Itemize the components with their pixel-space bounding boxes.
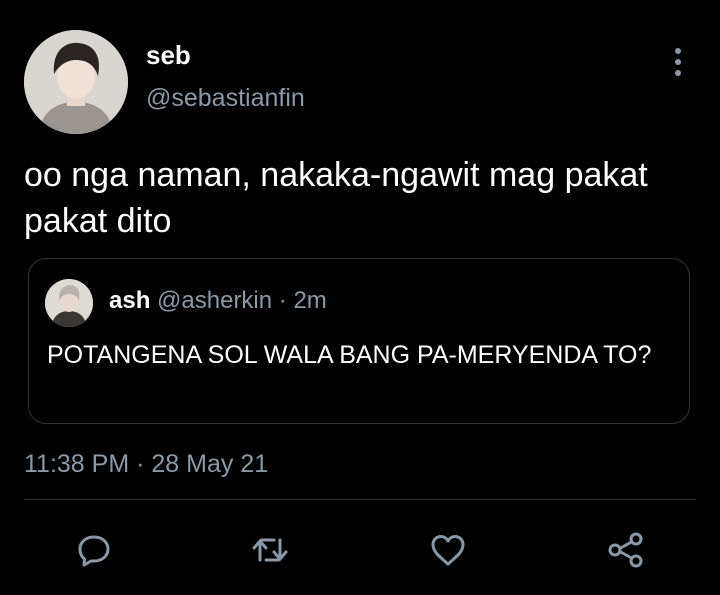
quoted-separator: · (278, 287, 287, 314)
quoted-text: POTANGENA SOL WALA BANG PA-MERYENDA TO? (47, 341, 652, 369)
author-handle[interactable]: @sebastianfin (146, 84, 305, 113)
quoted-author-name: ash (109, 287, 151, 314)
tweet-text: oo nga naman, nakaka-ngawit mag pakat pa… (24, 156, 648, 240)
quoted-author-avatar (45, 279, 93, 327)
retweet-icon[interactable] (250, 530, 290, 570)
quoted-age: 2m (293, 287, 327, 314)
author-name[interactable]: seb (146, 40, 191, 71)
heart-icon[interactable] (428, 530, 468, 570)
quoted-tweet[interactable]: ash @asherkin · 2m POTANGENA SOL WALA BA… (28, 258, 690, 424)
share-icon[interactable] (606, 530, 646, 570)
tweet-timestamp[interactable]: 11:38 PM · 28 May 21 (24, 450, 268, 479)
quoted-header: ash @asherkin · 2m (109, 287, 327, 315)
author-avatar-image (24, 30, 128, 134)
tweet-meta-separator: · (136, 450, 145, 478)
quoted-author-handle: @asherkin (157, 287, 273, 314)
tweet-time: 11:38 PM (24, 450, 130, 478)
reply-icon[interactable] (74, 530, 114, 570)
quoted-avatar-image (45, 279, 93, 327)
action-bar (0, 530, 720, 570)
more-vertical-icon[interactable] (668, 48, 688, 84)
actions-divider (24, 499, 696, 500)
author-avatar[interactable] (24, 30, 128, 134)
tweet-date: 28 May 21 (151, 450, 269, 478)
